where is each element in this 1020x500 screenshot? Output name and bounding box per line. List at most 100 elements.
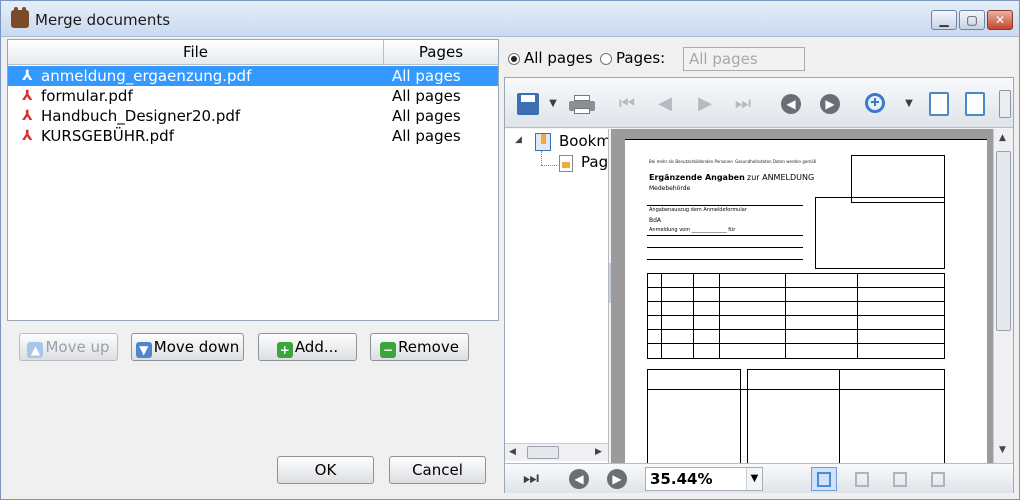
viewer-status-bar: ⏭ ◀ ▶ 35.44% ▼	[505, 463, 1013, 493]
back-icon[interactable]: ◀	[569, 469, 589, 489]
bookmark-tree[interactable]: ◢ Bookm Pag ◀ ▶	[505, 129, 609, 463]
file-name: anmeldung_ergaenzung.pdf	[41, 67, 252, 85]
scroll-thumb[interactable]	[996, 151, 1011, 331]
chevron-down-icon[interactable]: ▼	[541, 92, 565, 116]
arrow-down-icon: ▼	[135, 342, 152, 358]
zoom-value: 35.44%	[650, 470, 713, 488]
close-button[interactable]: ✕	[987, 10, 1013, 30]
previous-page-icon[interactable]: ◀	[653, 92, 677, 116]
facing-view-button[interactable]	[887, 467, 913, 491]
file-pages: All pages	[392, 87, 461, 105]
remove-button[interactable]: − Remove	[370, 333, 469, 361]
merge-documents-window: Merge documents ▁ ▢ ✕ File Pages ⅄ anmel…	[0, 0, 1020, 500]
maximize-button[interactable]: ▢	[959, 10, 985, 30]
document-vertical-scrollbar[interactable]: ▲ ▼	[993, 129, 1013, 463]
first-page-icon[interactable]: ⏮	[615, 92, 639, 116]
file-pages: All pages	[392, 67, 461, 85]
pages-node[interactable]: Pag	[581, 153, 608, 171]
zoom-menu-icon[interactable]: ▼	[897, 92, 921, 116]
forward-icon[interactable]: ▶	[820, 94, 840, 114]
add-label: Add...	[294, 338, 339, 356]
title-bar: Merge documents ▁ ▢ ✕	[1, 1, 1019, 37]
file-row[interactable]: ⅄ KURSGEBÜHR.pdf All pages	[8, 126, 498, 146]
page-section: Angabenauszug dem Anmeldeformular	[649, 207, 747, 213]
move-up-button[interactable]: ▲ Move up	[19, 333, 118, 361]
pages-input[interactable]: All pages	[683, 47, 805, 71]
pdf-icon: ⅄	[22, 128, 33, 144]
bookmarks-icon	[535, 133, 551, 151]
column-header-file[interactable]: File	[8, 40, 384, 65]
facing-icon	[893, 472, 907, 487]
move-up-label: Move up	[45, 338, 110, 356]
scroll-left-icon[interactable]: ◀	[509, 447, 516, 457]
scroll-down-icon[interactable]: ▼	[999, 445, 1006, 455]
printer-icon[interactable]	[569, 95, 595, 115]
page-icon	[559, 155, 573, 172]
tree-horizontal-scrollbar[interactable]: ◀ ▶	[505, 443, 608, 461]
minus-icon: −	[380, 342, 397, 358]
pdf-icon: ⅄	[22, 108, 33, 124]
column-header-pages[interactable]: Pages	[384, 40, 498, 65]
file-row[interactable]: ⅄ formular.pdf All pages	[8, 86, 498, 106]
last-page-icon[interactable]: ⏭	[731, 92, 755, 116]
scroll-right-icon[interactable]: ▶	[595, 447, 602, 457]
add-button[interactable]: + Add...	[258, 333, 357, 361]
pdf-page-preview: Bei mehr als Benutzerbildenden Personen …	[625, 139, 987, 463]
forward-icon[interactable]: ▶	[607, 469, 627, 489]
scroll-thumb[interactable]	[527, 446, 559, 459]
page-row-label: Anmeldung vom ______________ für	[649, 227, 736, 233]
page-heading-suffix: zur ANMELDUNG	[747, 173, 815, 182]
chevron-down-icon[interactable]: ▼	[746, 468, 762, 490]
collapse-icon[interactable]: ◢	[515, 135, 522, 145]
arrow-up-icon: ▲	[27, 342, 44, 358]
facing-continuous-view-button[interactable]	[925, 467, 951, 491]
file-name: Handbuch_Designer20.pdf	[41, 107, 241, 125]
file-pages: All pages	[392, 127, 461, 145]
single-page-icon	[817, 472, 831, 487]
continuous-view-button[interactable]	[849, 467, 875, 491]
next-page-icon[interactable]: ▶	[693, 92, 717, 116]
window-title: Merge documents	[35, 11, 171, 29]
single-page-view-button[interactable]	[811, 467, 837, 491]
save-icon[interactable]	[517, 93, 539, 115]
fit-page-icon[interactable]	[929, 92, 949, 116]
table-1	[647, 273, 945, 359]
cancel-button[interactable]: Cancel	[389, 456, 486, 484]
file-row[interactable]: ⅄ anmeldung_ergaenzung.pdf All pages	[8, 66, 498, 86]
toolbar-overflow[interactable]	[999, 90, 1011, 118]
bookmarks-node[interactable]: Bookm	[559, 132, 608, 150]
file-name: KURSGEBÜHR.pdf	[41, 127, 174, 145]
move-down-button[interactable]: ▼ Move down	[131, 333, 244, 361]
scroll-up-icon[interactable]: ▲	[999, 133, 1006, 143]
back-icon[interactable]: ◀	[781, 94, 801, 114]
pages-label: Pages:	[616, 49, 666, 67]
pdf-icon: ⅄	[22, 68, 33, 84]
viewer-toolbar: ▼ ⏮ ◀ ▶ ⏭ ◀ ▶ ▼	[505, 78, 1013, 128]
ok-button[interactable]: OK	[277, 456, 374, 484]
minimize-button[interactable]: ▁	[931, 10, 957, 30]
file-name: formular.pdf	[41, 87, 133, 105]
document-view[interactable]: Bei mehr als Benutzerbildenden Personen …	[611, 129, 993, 463]
file-list[interactable]: File Pages ⅄ anmeldung_ergaenzung.pdf Al…	[7, 39, 499, 321]
app-icon	[11, 7, 29, 28]
file-row[interactable]: ⅄ Handbuch_Designer20.pdf All pages	[8, 106, 498, 126]
page-sub: Medebehörde	[649, 185, 691, 192]
plus-icon: +	[276, 342, 293, 358]
pages-radio[interactable]	[600, 53, 612, 65]
fit-width-icon[interactable]	[965, 92, 985, 116]
continuous-icon	[855, 472, 869, 487]
page-heading: Ergänzende Angaben	[649, 173, 745, 182]
table-3	[747, 369, 945, 463]
facing-continuous-icon	[931, 472, 945, 487]
zoom-in-icon[interactable]	[865, 93, 885, 113]
all-pages-radio[interactable]	[508, 53, 520, 65]
remove-label: Remove	[398, 338, 459, 356]
stamp-box	[851, 155, 945, 203]
last-page-icon[interactable]: ⏭	[519, 467, 543, 491]
zoom-field[interactable]: 35.44% ▼	[645, 467, 763, 491]
info-box	[815, 197, 945, 269]
pdf-viewer: ▼ ⏮ ◀ ▶ ⏭ ◀ ▶ ▼ ◢ Bookm Pag ◀ ▶ Bei mehr…	[504, 77, 1014, 493]
all-pages-label: All pages	[524, 49, 593, 67]
file-pages: All pages	[392, 107, 461, 125]
page-company: BdA	[649, 217, 662, 224]
